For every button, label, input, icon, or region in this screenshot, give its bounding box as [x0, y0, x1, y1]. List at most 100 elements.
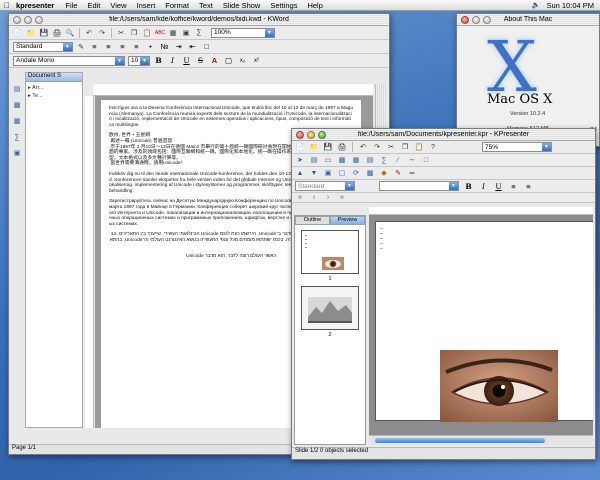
subscript-icon[interactable]: x₂: [237, 56, 248, 66]
about-titlebar[interactable]: About This Mac: [457, 14, 599, 26]
last-slide-icon[interactable]: »: [337, 193, 347, 203]
apple-menu-icon[interactable]: : [0, 1, 14, 10]
copy-icon[interactable]: ❐: [129, 28, 139, 38]
document-structure-tab[interactable]: Document S: [26, 73, 82, 82]
current-slide[interactable]: [375, 221, 593, 422]
indent-icon[interactable]: ⇥: [173, 42, 184, 52]
table-icon[interactable]: ▦: [168, 28, 178, 38]
paste-icon[interactable]: 📋: [414, 142, 424, 152]
style-edit-icon[interactable]: ✎: [76, 42, 86, 52]
group-icon[interactable]: ▣: [323, 168, 333, 178]
menu-file[interactable]: File: [60, 1, 82, 10]
cut-icon[interactable]: ✂: [116, 28, 126, 38]
spellcheck-icon[interactable]: ABC: [155, 28, 165, 38]
kpr-font-select[interactable]: ▼: [379, 181, 459, 191]
open-folder-icon[interactable]: 📁: [26, 28, 36, 38]
lower-object-icon[interactable]: ▼: [309, 168, 319, 178]
undo-icon[interactable]: ↶: [84, 28, 94, 38]
print-preview-icon[interactable]: 🔍: [65, 28, 75, 38]
italic-icon[interactable]: I: [167, 56, 178, 66]
bold-icon[interactable]: B: [463, 181, 474, 191]
first-slide-icon[interactable]: «: [295, 193, 305, 203]
formula-tool-icon[interactable]: ∑: [379, 155, 389, 165]
font-family-select[interactable]: Andale Mono ▼: [13, 55, 125, 66]
tree-item[interactable]: ▸ Te...: [28, 92, 80, 100]
save-icon[interactable]: 💾: [39, 28, 49, 38]
font-size-select[interactable]: 10 ▼: [128, 55, 150, 66]
formula-frame-icon[interactable]: ∑: [12, 132, 22, 142]
slide-thumbnail-1[interactable]: [301, 230, 359, 274]
superscript-icon[interactable]: x²: [251, 56, 262, 66]
minimize-button[interactable]: [472, 15, 480, 24]
border-icon[interactable]: □: [201, 42, 212, 52]
underline-icon[interactable]: U: [181, 56, 192, 66]
underline-icon[interactable]: U: [493, 181, 504, 191]
menu-insert[interactable]: Insert: [132, 1, 161, 10]
formula-icon[interactable]: ∑: [194, 28, 204, 38]
menu-format[interactable]: Format: [160, 1, 194, 10]
style-select[interactable]: Standard ▼: [13, 41, 73, 52]
open-folder-icon[interactable]: 📁: [309, 142, 319, 152]
text-frame-icon[interactable]: ▤: [12, 84, 22, 94]
zoom-button[interactable]: [483, 15, 491, 24]
volume-icon[interactable]: 🔈: [532, 1, 541, 9]
align-justify-icon[interactable]: ≡: [131, 42, 142, 52]
horizontal-scrollbar[interactable]: [369, 435, 593, 445]
autoform-tool-icon[interactable]: ▭: [323, 155, 333, 165]
copy-icon[interactable]: ❐: [400, 142, 410, 152]
table-frame-icon[interactable]: ▦: [12, 116, 22, 126]
picture-icon[interactable]: ▣: [181, 28, 191, 38]
align-justify-icon[interactable]: ≡: [523, 181, 534, 191]
print-icon[interactable]: 🖨: [337, 142, 347, 152]
minimize-button[interactable]: [24, 15, 32, 24]
tree-item[interactable]: ▸ Arr...: [28, 84, 80, 92]
horizontal-ruler[interactable]: [93, 84, 373, 96]
kpr-zoom-select[interactable]: 75% ▼: [482, 142, 552, 152]
background-color-icon[interactable]: ▢: [223, 56, 234, 66]
zoom-button[interactable]: [318, 130, 326, 139]
close-button[interactable]: [461, 15, 469, 24]
line-tool-icon[interactable]: ∕: [393, 155, 403, 165]
menu-app-name[interactable]: kpresenter: [14, 1, 60, 10]
undo-icon[interactable]: ↶: [358, 142, 368, 152]
eye-photo[interactable]: [440, 350, 558, 422]
kpresenter-titlebar[interactable]: file:/Users/sam/Documents/kpresenter.kpr…: [292, 129, 595, 141]
previous-slide-icon[interactable]: ‹: [309, 193, 319, 203]
menu-text[interactable]: Text: [194, 1, 218, 10]
numbered-list-icon[interactable]: №: [159, 42, 170, 52]
zoom-button[interactable]: [35, 15, 43, 24]
strikethrough-icon[interactable]: S: [195, 56, 206, 66]
align-center-icon[interactable]: ≡: [103, 42, 114, 52]
select-tool-icon[interactable]: ➤: [295, 155, 305, 165]
raise-object-icon[interactable]: ▲: [295, 168, 305, 178]
bullet-list-icon[interactable]: •: [145, 42, 156, 52]
minimize-button[interactable]: [307, 130, 315, 139]
new-document-icon[interactable]: 📄: [295, 142, 305, 152]
table-tool-icon[interactable]: ▦: [351, 155, 361, 165]
close-button[interactable]: [296, 130, 304, 139]
rotate-icon[interactable]: ⟳: [351, 168, 361, 178]
fill-color-icon[interactable]: ◆: [379, 168, 389, 178]
kpr-horizontal-ruler[interactable]: [369, 207, 593, 215]
redo-icon[interactable]: ↷: [97, 28, 107, 38]
kpr-style-select[interactable]: Standard ▼: [295, 181, 355, 191]
print-icon[interactable]: 🖨: [52, 28, 62, 38]
ungroup-icon[interactable]: ▢: [337, 168, 347, 178]
menu-slide-show[interactable]: Slide Show: [218, 1, 266, 10]
align-right-icon[interactable]: ≡: [117, 42, 128, 52]
menu-clock[interactable]: Sun 10:04 PM: [546, 1, 594, 10]
tab-preview[interactable]: Preview: [330, 216, 365, 225]
scrollbar-thumb[interactable]: [375, 438, 545, 443]
part-frame-icon[interactable]: ▣: [12, 148, 22, 158]
freehand-tool-icon[interactable]: ∼: [407, 155, 417, 165]
vertical-ruler[interactable]: [85, 96, 94, 428]
chart-tool-icon[interactable]: ▤: [365, 155, 375, 165]
close-button[interactable]: [13, 15, 21, 24]
rectangle-tool-icon[interactable]: □: [421, 155, 431, 165]
text-tool-icon[interactable]: ▤: [309, 155, 319, 165]
menu-view[interactable]: View: [105, 1, 131, 10]
kword-titlebar[interactable]: file:/Users/sam/kde/koffice/kword/demos/…: [9, 14, 389, 26]
redo-icon[interactable]: ↷: [372, 142, 382, 152]
text-color-icon[interactable]: A: [209, 56, 220, 66]
line-width-icon[interactable]: ═: [407, 168, 417, 178]
